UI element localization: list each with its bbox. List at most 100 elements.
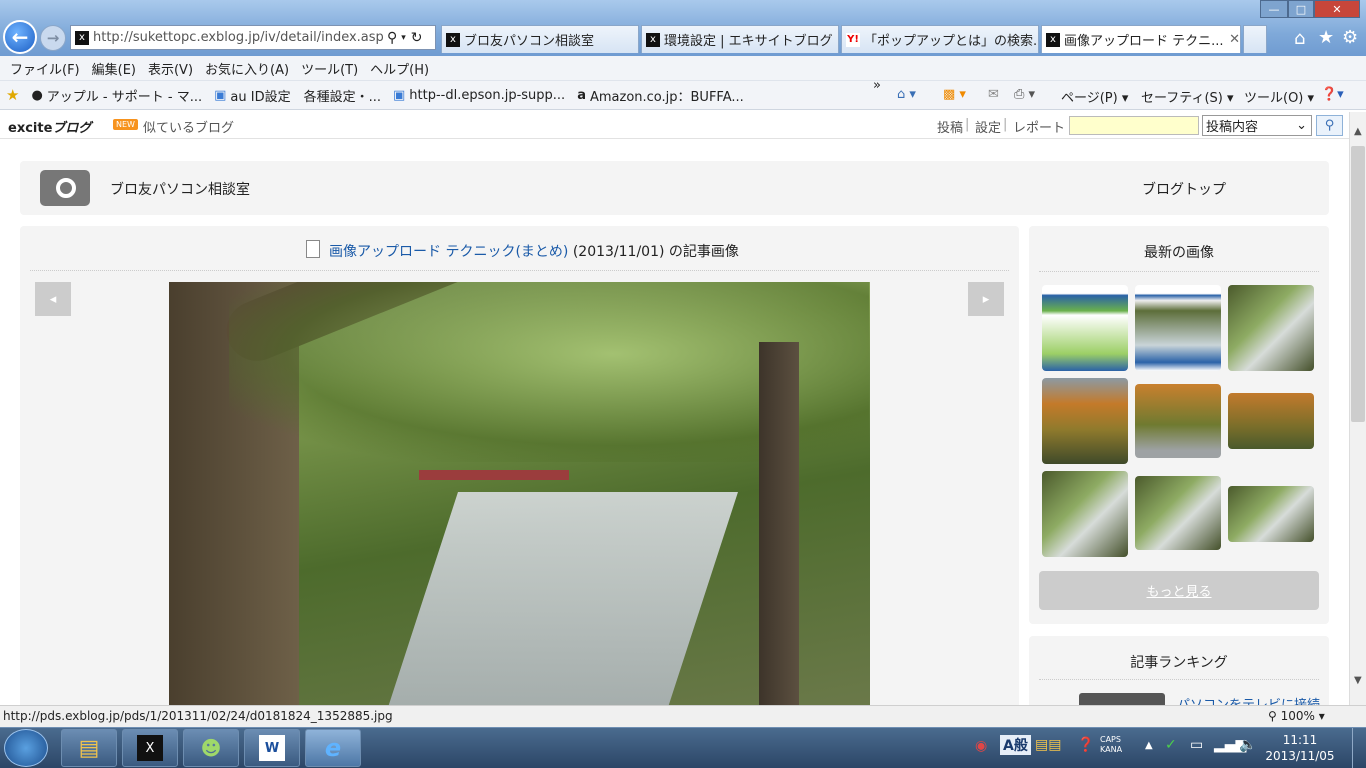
favorites-star-icon[interactable]: ★ [1318, 27, 1334, 48]
tray-sync-icon[interactable]: ✓ [1165, 737, 1177, 753]
status-bar: http://pds.exblog.jp/pds/1/201311/02/24/… [0, 705, 1366, 727]
taskbar-messenger[interactable]: ☻ [183, 729, 239, 767]
more-images-label: もっと見る [1146, 585, 1212, 600]
safety-menu[interactable]: セーフティ(S) ▾ [1141, 87, 1234, 106]
thumbnail-4[interactable] [1042, 378, 1128, 464]
address-url: http://sukettopc.exblog.jp/iv/detail/ind… [93, 30, 383, 45]
taskbar-ie[interactable]: e [305, 729, 361, 767]
menu-edit[interactable]: 編集(E) [92, 59, 136, 78]
taskbar-excite-app[interactable]: X [122, 729, 178, 767]
volume-icon[interactable]: 🔈 [1239, 737, 1256, 753]
excite-favicon-icon: x [446, 32, 460, 47]
menu-favorites[interactable]: お気に入り(A) [205, 59, 289, 78]
thumbnail-3[interactable] [1228, 285, 1314, 371]
latest-images-title: 最新の画像 [1144, 245, 1214, 261]
start-button[interactable] [4, 729, 48, 767]
ime-toolbar-icon[interactable]: ▤▤ [1035, 737, 1061, 753]
next-image-button[interactable]: ▸ [968, 282, 1004, 316]
ime-help-icon[interactable]: ❓ [1077, 737, 1094, 753]
more-images-button[interactable]: もっと見る [1039, 571, 1319, 610]
scroll-down-icon[interactable]: ▼ [1354, 675, 1362, 686]
new-badge: NEW [113, 119, 138, 130]
zoom-control[interactable]: ⚲ 100% ▾ [1268, 709, 1325, 723]
clock[interactable]: 11:11 2013/11/05 [1260, 732, 1340, 764]
favorite-epson[interactable]: ▣ http--dl.epson.jp-supp... [393, 88, 565, 103]
search-button[interactable]: ⚲ [1316, 115, 1343, 136]
prev-image-button[interactable]: ◂ [35, 282, 71, 316]
scroll-up-icon[interactable]: ▲ [1354, 126, 1362, 137]
thumbnail-5[interactable] [1135, 384, 1221, 458]
show-hidden-icons[interactable]: ▲ [1145, 740, 1153, 751]
taskbar-explorer[interactable]: ▤ [61, 729, 117, 767]
search-input[interactable] [1069, 116, 1199, 135]
report-link[interactable]: レポート [1013, 117, 1065, 136]
ranking-item-1[interactable]: パソコンをテレビに接続... [1177, 694, 1332, 705]
caps-label: CAPS [1100, 735, 1121, 744]
clock-date: 2013/11/05 [1265, 749, 1335, 763]
help-icon[interactable]: ❓▾ [1321, 87, 1344, 102]
favorite-au[interactable]: ▣ au ID設定 各種設定・... [214, 86, 381, 105]
blog-top-link[interactable]: ブログトップ [1142, 179, 1226, 199]
close-window-button[interactable]: ✕ [1314, 0, 1360, 18]
similar-blogs-link[interactable]: 似ているブログ [143, 117, 234, 136]
settings-gear-icon[interactable]: ⚙ [1342, 27, 1358, 48]
search-icon[interactable]: ⚲ [387, 30, 397, 46]
tab-blog-home[interactable]: x ブロ友パソコン相談室 [441, 25, 639, 53]
rss-icon[interactable]: ▩ ▾ [943, 87, 966, 102]
page-menu[interactable]: ページ(P) ▾ [1061, 87, 1128, 106]
home-icon[interactable]: ⌂ [1294, 28, 1305, 49]
thumbnail-6[interactable] [1228, 393, 1314, 449]
thumbnail-1[interactable] [1042, 285, 1128, 371]
dropdown-icon[interactable]: ▾ [401, 33, 406, 43]
ranking-panel: 記事ランキング パソコンをテレビに接続... [1029, 636, 1332, 705]
post-link[interactable]: 投稿 [937, 117, 963, 136]
article-title-link[interactable]: 画像アップロード テクニック(まとめ) [329, 244, 568, 260]
mail-icon[interactable]: ✉ [988, 87, 999, 102]
menu-file[interactable]: ファイル(F) [10, 59, 80, 78]
forward-button[interactable]: → [40, 25, 66, 51]
more-chevron[interactable]: » [873, 78, 881, 93]
scroll-thumb[interactable] [1351, 146, 1365, 422]
blog-name[interactable]: ブロ友パソコン相談室 [110, 179, 250, 199]
menu-help[interactable]: ヘルプ(H) [370, 59, 429, 78]
close-tab-icon[interactable]: ✕ [1229, 32, 1240, 47]
new-tab-button[interactable] [1243, 25, 1267, 53]
excite-logo[interactable]: exciteブログ [8, 117, 91, 136]
thumbnail-8[interactable] [1135, 476, 1221, 550]
thumbnail-2[interactable] [1135, 285, 1221, 371]
thumbnail-9[interactable] [1228, 486, 1314, 542]
menu-view[interactable]: 表示(V) [148, 59, 193, 78]
apple-icon: ● [31, 87, 43, 103]
back-button[interactable]: ← [3, 20, 37, 54]
taskbar-word[interactable]: W [244, 729, 300, 767]
print-icon[interactable]: ⎙ ▾ [1014, 87, 1035, 102]
tab-search[interactable]: Y! 「ポップアップとは」の検索... [841, 25, 1039, 53]
menu-tools[interactable]: ツール(T) [301, 59, 358, 78]
amazon-icon: a [577, 87, 586, 103]
yahoo-favicon-icon: Y! [846, 32, 860, 47]
add-favorite-star-icon[interactable]: ★ [6, 86, 19, 104]
refresh-icon[interactable]: ↻ [411, 30, 423, 46]
zoom-icon: ⚲ [1268, 709, 1277, 723]
latest-images-panel: 最新の画像 もっと見る [1029, 226, 1329, 624]
settings-link[interactable]: 設定 [975, 117, 1001, 136]
ime-mode-indicator[interactable]: A般 [1000, 735, 1031, 755]
tab-image-upload[interactable]: x 画像アップロード テクニ... ✕ [1041, 25, 1241, 53]
search-scope-select[interactable]: 投稿内容 ⌄ [1202, 115, 1312, 136]
home-cmd-icon[interactable]: ⌂ ▾ [897, 87, 916, 102]
maximize-button[interactable]: □ [1288, 0, 1314, 18]
image-viewer-panel: 画像アップロード テクニック(まとめ) (2013/11/01) の記事画像 ◂… [20, 226, 1019, 705]
minimize-button[interactable]: — [1260, 0, 1288, 18]
tray-device-icon[interactable]: ▭ [1190, 737, 1203, 753]
address-bar[interactable]: x http://sukettopc.exblog.jp/iv/detail/i… [70, 25, 436, 50]
favorite-apple[interactable]: ● アップル - サポート - マ... [31, 86, 202, 105]
tray-alert-icon[interactable]: ◉ [975, 738, 987, 754]
favorite-amazon[interactable]: a Amazon.co.jp：BUFFA... [577, 86, 744, 105]
ranking-thumbnail[interactable] [1079, 693, 1165, 705]
vertical-scrollbar[interactable]: ▲ ▼ [1349, 112, 1366, 705]
main-photo[interactable] [169, 282, 870, 705]
tools-menu[interactable]: ツール(O) ▾ [1244, 87, 1314, 106]
thumbnail-7[interactable] [1042, 471, 1128, 557]
tab-settings[interactable]: x 環境設定 | エキサイトブログ [641, 25, 839, 53]
show-desktop-button[interactable] [1352, 728, 1366, 768]
